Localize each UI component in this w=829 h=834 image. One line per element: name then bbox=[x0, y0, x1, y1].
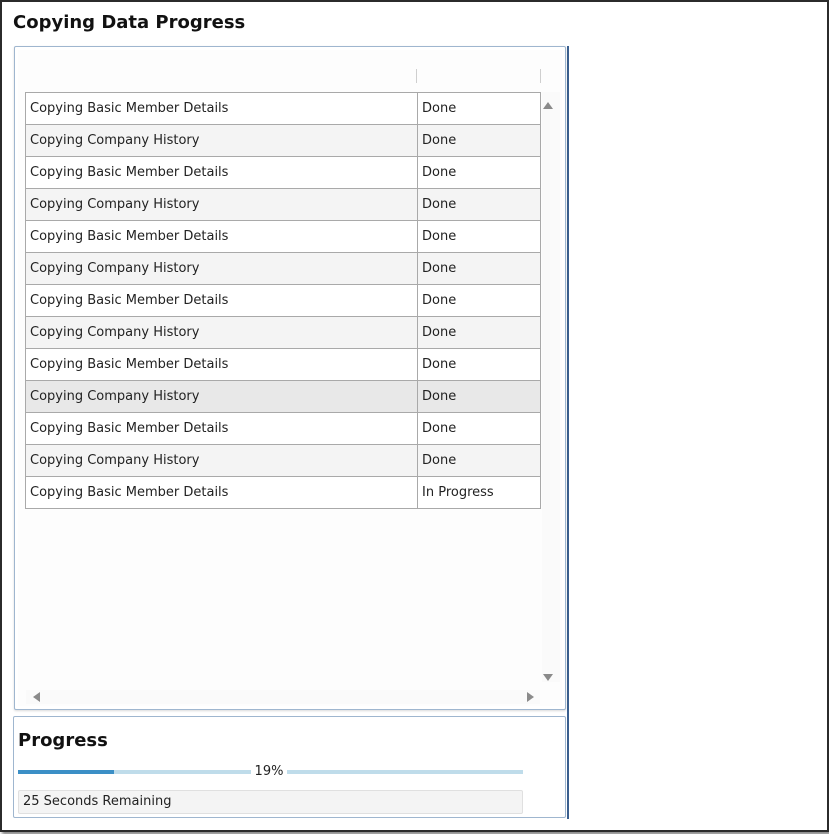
task-cell: Copying Basic Member Details bbox=[25, 92, 418, 125]
progress-bar-fill bbox=[18, 770, 114, 774]
task-cell: Copying Basic Member Details bbox=[25, 220, 418, 253]
table-row[interactable]: Copying Basic Member Details Done bbox=[25, 412, 541, 445]
column-header-separator[interactable] bbox=[416, 69, 417, 83]
status-cell: Done bbox=[417, 412, 541, 445]
status-cell: Done bbox=[417, 380, 541, 413]
progress-panel: Progress 19% 25 Seconds Remaining bbox=[13, 716, 566, 818]
status-cell: Done bbox=[417, 316, 541, 349]
horizontal-scrollbar[interactable] bbox=[26, 690, 540, 704]
scroll-left-arrow-icon[interactable] bbox=[33, 692, 40, 702]
task-cell: Copying Basic Member Details bbox=[25, 348, 418, 381]
scroll-right-arrow-icon[interactable] bbox=[527, 692, 534, 702]
status-cell: Done bbox=[417, 284, 541, 317]
task-cell: Copying Company History bbox=[25, 380, 418, 413]
table-row[interactable]: Copying Basic Member Details Done bbox=[25, 92, 541, 125]
status-cell: Done bbox=[417, 156, 541, 189]
task-cell: Copying Company History bbox=[25, 316, 418, 349]
table-row[interactable]: Copying Company History Done bbox=[25, 380, 541, 413]
status-cell: Done bbox=[417, 188, 541, 221]
status-cell: Done bbox=[417, 220, 541, 253]
progress-title: Progress bbox=[18, 730, 108, 751]
status-cell: Done bbox=[417, 124, 541, 157]
table-row[interactable]: Copying Company History Done bbox=[25, 316, 541, 349]
column-header-separator[interactable] bbox=[540, 69, 541, 83]
dialog-window: Copying Data Progress Copying Basic Memb… bbox=[0, 0, 829, 832]
scroll-up-arrow-icon[interactable] bbox=[543, 102, 553, 109]
task-table: Copying Basic Member Details Done Copying … bbox=[25, 92, 541, 509]
progress-grid-panel: Copying Basic Member Details Done Copying … bbox=[14, 46, 566, 710]
progress-percent: 19% bbox=[251, 765, 287, 779]
status-cell: Done bbox=[417, 444, 541, 477]
status-cell: Done bbox=[417, 252, 541, 285]
table-row[interactable]: Copying Basic Member Details Done bbox=[25, 284, 541, 317]
task-cell: Copying Basic Member Details bbox=[25, 156, 418, 189]
status-cell: Done bbox=[417, 348, 541, 381]
status-cell: Done bbox=[417, 92, 541, 125]
table-row[interactable]: Copying Basic Member Details Done bbox=[25, 220, 541, 253]
task-cell: Copying Company History bbox=[25, 252, 418, 285]
table-row[interactable]: Copying Company History Done bbox=[25, 188, 541, 221]
task-cell: Copying Company History bbox=[25, 124, 418, 157]
task-cell: Copying Company History bbox=[25, 188, 418, 221]
task-cell: Copying Basic Member Details bbox=[25, 412, 418, 445]
table-row[interactable]: Copying Basic Member Details Done bbox=[25, 348, 541, 381]
table-row[interactable]: Copying Company History Done bbox=[25, 444, 541, 477]
divider bbox=[567, 46, 569, 819]
dialog-title: Copying Data Progress bbox=[13, 12, 246, 33]
table-row[interactable]: Copying Basic Member Details In Progress bbox=[25, 476, 541, 509]
table-row[interactable]: Copying Basic Member Details Done bbox=[25, 156, 541, 189]
task-cell: Copying Basic Member Details bbox=[25, 284, 418, 317]
scroll-down-arrow-icon[interactable] bbox=[543, 674, 553, 681]
task-cell: Copying Company History bbox=[25, 444, 418, 477]
table-row[interactable]: Copying Company History Done bbox=[25, 124, 541, 157]
time-remaining: 25 Seconds Remaining bbox=[18, 790, 523, 814]
grid-viewport: Copying Basic Member Details Done Copying … bbox=[18, 50, 562, 706]
status-cell: In Progress bbox=[417, 476, 541, 509]
table-row[interactable]: Copying Company History Done bbox=[25, 252, 541, 285]
vertical-scrollbar[interactable] bbox=[542, 92, 560, 682]
task-cell: Copying Basic Member Details bbox=[25, 476, 418, 509]
